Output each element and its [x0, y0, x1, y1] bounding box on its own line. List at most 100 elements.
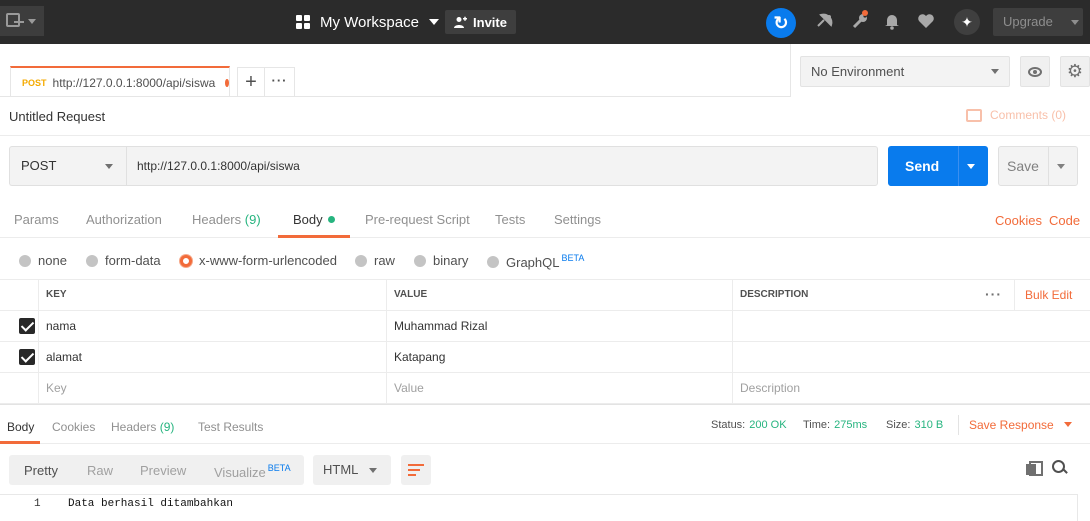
- status-value: 200 OK: [749, 419, 787, 431]
- heart-icon[interactable]: [916, 11, 936, 31]
- save-response-button[interactable]: Save Response: [969, 418, 1072, 432]
- invite-button[interactable]: Invite: [445, 10, 516, 34]
- more-options-icon[interactable]: ···: [985, 287, 1002, 301]
- chevron-down-icon: [28, 19, 36, 24]
- tab-settings[interactable]: Settings: [554, 212, 601, 227]
- size-label: Size:: [886, 419, 911, 431]
- view-pretty-button[interactable]: Pretty: [24, 463, 58, 478]
- chevron-down-icon: [369, 468, 377, 473]
- format-label: HTML: [323, 462, 359, 477]
- response-tabs: Body Cookies Headers (9) Test Results St…: [0, 404, 1090, 444]
- code-link[interactable]: Code: [1049, 213, 1080, 228]
- tab-method: POST: [22, 77, 47, 88]
- body-type-label: binary: [433, 253, 469, 268]
- search-icon[interactable]: [1052, 460, 1067, 475]
- value-cell[interactable]: Katapang: [386, 342, 732, 373]
- divider: [790, 44, 791, 97]
- value-placeholder[interactable]: Value: [386, 373, 732, 404]
- upgrade-label: Upgrade: [1003, 14, 1053, 29]
- view-visualize-button[interactable]: Visualize BETA: [214, 463, 291, 480]
- upgrade-button[interactable]: Upgrade: [993, 8, 1083, 36]
- response-tab-test-results[interactable]: Test Results: [198, 420, 263, 434]
- new-tab-button[interactable]: +: [237, 67, 265, 97]
- size-value: 310 B: [914, 419, 944, 431]
- bulk-edit-link[interactable]: Bulk Edit: [1014, 280, 1072, 311]
- radio-button[interactable]: [414, 254, 426, 267]
- send-button[interactable]: Send: [888, 146, 988, 186]
- tab-tests[interactable]: Tests: [495, 212, 525, 227]
- body-type-label: x-www-form-urlencoded: [199, 253, 337, 268]
- url-input[interactable]: http://127.0.0.1:8000/api/siswa: [126, 146, 878, 186]
- key-cell[interactable]: alamat: [38, 342, 386, 373]
- beta-badge: BETA: [267, 463, 291, 473]
- body-type-binary[interactable]: binary: [414, 253, 468, 268]
- save-label: Save: [1007, 158, 1039, 174]
- copy-icon[interactable]: [1026, 461, 1043, 476]
- response-tab-headers[interactable]: Headers (9): [111, 420, 174, 434]
- comments-button[interactable]: Comments (0): [966, 108, 1066, 122]
- radio-button[interactable]: [86, 254, 98, 267]
- bell-icon[interactable]: [882, 11, 902, 31]
- radio-button[interactable]: [487, 255, 499, 268]
- view-preview-button[interactable]: Preview: [140, 463, 186, 478]
- workspace-name: My Workspace: [320, 13, 419, 31]
- body-type-urlencoded[interactable]: x-www-form-urlencoded: [180, 253, 337, 268]
- manage-environments-button[interactable]: ⚙: [1060, 56, 1090, 87]
- method-label: POST: [21, 158, 57, 173]
- workspace-switcher[interactable]: My Workspace: [296, 12, 439, 32]
- row-checkbox[interactable]: [19, 318, 35, 334]
- column-header-value: VALUE: [386, 280, 732, 311]
- body-type-graphql[interactable]: GraphQL BETA: [487, 253, 584, 270]
- response-format-select[interactable]: HTML: [313, 455, 391, 485]
- chevron-down-icon[interactable]: [1057, 164, 1065, 169]
- code-line: Data berhasil ditambahkan: [68, 498, 234, 510]
- body-type-none[interactable]: none: [19, 253, 67, 268]
- response-tab-cookies[interactable]: Cookies: [52, 420, 95, 434]
- radio-button[interactable]: [19, 254, 31, 267]
- environment-quick-look-button[interactable]: [1020, 56, 1050, 87]
- method-select[interactable]: POST: [9, 146, 126, 186]
- response-tab-body[interactable]: Body: [7, 420, 34, 434]
- body-type-raw[interactable]: raw: [355, 253, 395, 268]
- sparkle-icon[interactable]: ✦: [954, 9, 980, 35]
- beta-badge: BETA: [561, 253, 585, 263]
- key-placeholder[interactable]: Key: [38, 373, 386, 404]
- sync-icon[interactable]: ↻: [766, 8, 796, 38]
- radio-button[interactable]: [355, 254, 367, 267]
- description-placeholder[interactable]: Description: [732, 373, 1090, 404]
- cookies-link[interactable]: Cookies: [995, 213, 1042, 228]
- table-header: KEY VALUE DESCRIPTION ··· Bulk Edit: [0, 280, 1090, 311]
- add-user-icon: [454, 16, 468, 28]
- radio-button-selected[interactable]: [180, 254, 192, 267]
- key-cell[interactable]: nama: [38, 311, 386, 342]
- tab-headers[interactable]: Headers (9): [192, 212, 261, 227]
- response-size: Size: 310 B: [886, 419, 943, 431]
- request-title[interactable]: Untitled Request: [9, 109, 105, 124]
- environment-select[interactable]: No Environment: [800, 56, 1010, 87]
- chevron-down-icon[interactable]: [967, 164, 975, 169]
- description-cell[interactable]: [732, 311, 1090, 342]
- body-type-label: raw: [374, 253, 395, 268]
- request-title-row: Untitled Request Comments (0): [0, 97, 1090, 136]
- body-type-label: none: [38, 253, 67, 268]
- more-tabs-button[interactable]: ···: [265, 67, 295, 97]
- row-checkbox[interactable]: [19, 349, 35, 365]
- wrap-lines-button[interactable]: [401, 455, 431, 485]
- value-cell[interactable]: Muhammad Rizal: [386, 311, 732, 342]
- table-row-new: Key Value Description: [0, 373, 1090, 404]
- chevron-down-icon: [991, 69, 999, 74]
- column-header-key: KEY: [38, 280, 386, 311]
- tab-authorization[interactable]: Authorization: [86, 212, 162, 227]
- new-button[interactable]: [0, 6, 44, 36]
- request-tab[interactable]: POST http://127.0.0.1:8000/api/siswa: [10, 66, 230, 97]
- save-button[interactable]: Save: [998, 146, 1078, 186]
- tab-body[interactable]: Body: [293, 212, 335, 227]
- tab-prerequest-script[interactable]: Pre-request Script: [365, 212, 470, 227]
- active-tab-indicator: [0, 441, 40, 444]
- chevron-down-icon: [428, 19, 439, 25]
- satellite-icon[interactable]: [815, 11, 835, 31]
- view-raw-button[interactable]: Raw: [87, 463, 113, 478]
- tab-params[interactable]: Params: [14, 212, 59, 227]
- description-cell[interactable]: [732, 342, 1090, 373]
- body-type-form-data[interactable]: form-data: [86, 253, 161, 268]
